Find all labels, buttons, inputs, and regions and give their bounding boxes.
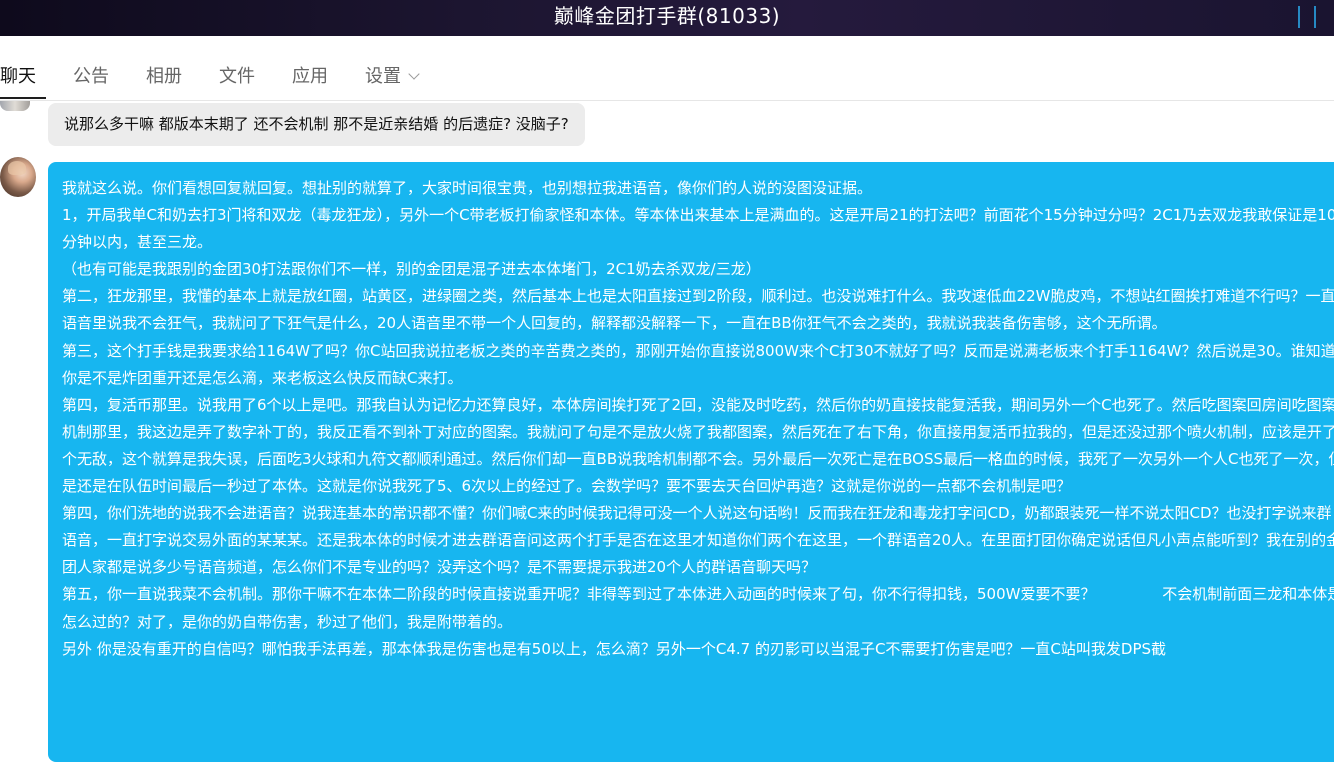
message-text-2: 我就这么说。你们看想回复就回复。想扯别的就算了，大家时间很宝贵，也别想拉我进语音… [62, 175, 1334, 663]
message-paragraph: 第四，复活币那里。说我用了6个以上是吧。那我自认为记忆力还算良好，本体房间挨打死… [62, 395, 1334, 496]
window-control-icon [1298, 6, 1316, 28]
window-title: 巅峰金团打手群(81033) [553, 4, 781, 28]
message-paragraph: 第四，你们洗地的说我不会进语音？说我连基本的常识都不懂？你们喊C来的时候我记得可… [62, 504, 1334, 577]
message-paragraph: 另外 你是没有重开的自信吗？哪怕我手法再差，那本体我是伤害也是有50以上，怎么滴… [62, 639, 1167, 658]
sender-avatar-2[interactable] [0, 157, 36, 197]
message-paragraph: 第二，狂龙那里，我懂的基本上就是放红圈，站黄区，进绿圈之类，然后基本上也是太阳直… [62, 287, 1334, 333]
tab-album[interactable]: 相册 [146, 62, 182, 88]
sender-avatar-1[interactable] [0, 101, 30, 111]
message-bubble-2[interactable]: 我就这么说。你们看想回复就回复。想扯别的就算了，大家时间很宝贵，也别想拉我进语音… [48, 162, 1334, 762]
group-tab-bar: 聊天 公告 相册 文件 应用 设置 [0, 36, 1334, 101]
tab-announcement[interactable]: 公告 [73, 62, 109, 88]
tab-files[interactable]: 文件 [219, 62, 255, 88]
tab-apps[interactable]: 应用 [292, 62, 328, 88]
message-paragraph: 第三，这个打手钱是我要求给1164W了吗？你C站回我说拉老板之类的辛苦费之类的，… [62, 341, 1334, 387]
message-paragraph: （也有可能是我跟别的金团30打法跟你们不一样，别的金团是混子进去本体堵门，2C1… [62, 260, 761, 279]
chevron-down-icon [408, 68, 420, 80]
message-paragraph: 第五，你一直说我菜不会机制。那你干嘛不在本体二阶段的时候直接说重开呢？非得等到过… [62, 585, 1334, 631]
tab-settings[interactable]: 设置 [365, 62, 420, 88]
message-paragraph: 我就这么说。你们看想回复就回复。想扯别的就算了，大家时间很宝贵，也别想拉我进语音… [62, 179, 873, 197]
title-bar: 巅峰金团打手群(81033) [0, 0, 1334, 36]
message-bubble-1[interactable]: 说那么多干嘛 都版本末期了 还不会机制 那不是近亲结婚 的后遗症? 没脑子? [48, 103, 585, 146]
tab-settings-label: 设置 [365, 66, 401, 87]
active-tab-indicator [0, 97, 46, 99]
tab-chat[interactable]: 聊天 [0, 62, 36, 88]
message-paragraph: 1，开局我单C和奶去打3门将和双龙（毒龙狂龙），另外一个C带老板打偷家怪和本体。… [62, 206, 1334, 252]
message-text-1: 说那么多干嘛 都版本末期了 还不会机制 那不是近亲结婚 的后遗症? 没脑子? [64, 115, 569, 133]
